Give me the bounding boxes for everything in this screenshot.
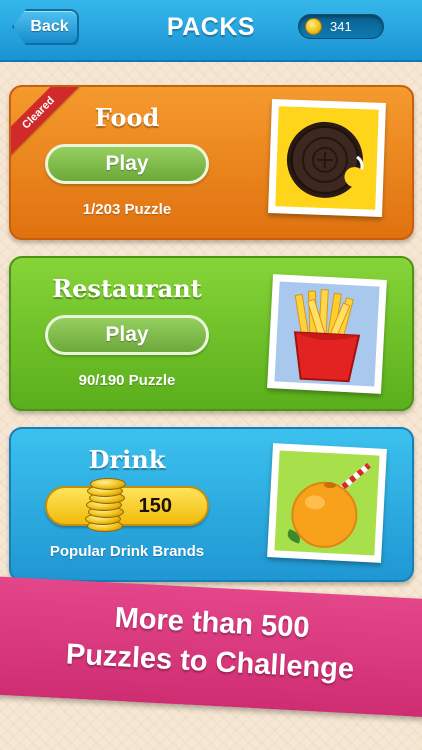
coin-stack-icon [83,474,129,532]
pack-progress: 90/190 Puzzle [78,372,176,389]
pack-card-restaurant[interactable]: Restaurant Play 90/190 Puzzle [9,256,414,411]
play-button-label: Play [105,323,149,346]
coin-icon [305,18,322,35]
pack-title: Restaurant [52,274,202,303]
pack-card-food[interactable]: Cleared Food Play 1/203 Puzzle [9,85,414,240]
coin-count: 341 [330,19,352,34]
play-button[interactable]: Play [45,144,209,184]
pack-card-drink[interactable]: Drink 150 Popular Drink Brands [9,427,414,582]
play-button-label: Play [105,152,149,175]
pack-image-drink [267,443,387,563]
french-fries-icon [293,289,361,383]
pack-image-food [268,99,386,217]
unlock-price: 150 [138,494,172,517]
play-button[interactable]: Play [45,315,209,355]
top-bar: Back PACKS 341 [0,0,422,62]
coin-balance: 341 [298,14,384,39]
orange-drink-icon [287,462,371,548]
pack-subtitle: Popular Drink Brands [49,543,205,560]
pack-image-restaurant [267,274,387,394]
pack-title: Food [94,103,160,132]
pack-progress: 1/203 Puzzle [82,201,172,218]
oreo-cookie-icon [286,121,367,198]
unlock-price-button[interactable]: 150 [45,478,209,532]
back-button-label: Back [30,18,69,35]
pack-title: Drink [88,445,166,474]
back-button[interactable]: Back [12,9,79,45]
page-title: PACKS [166,13,256,41]
